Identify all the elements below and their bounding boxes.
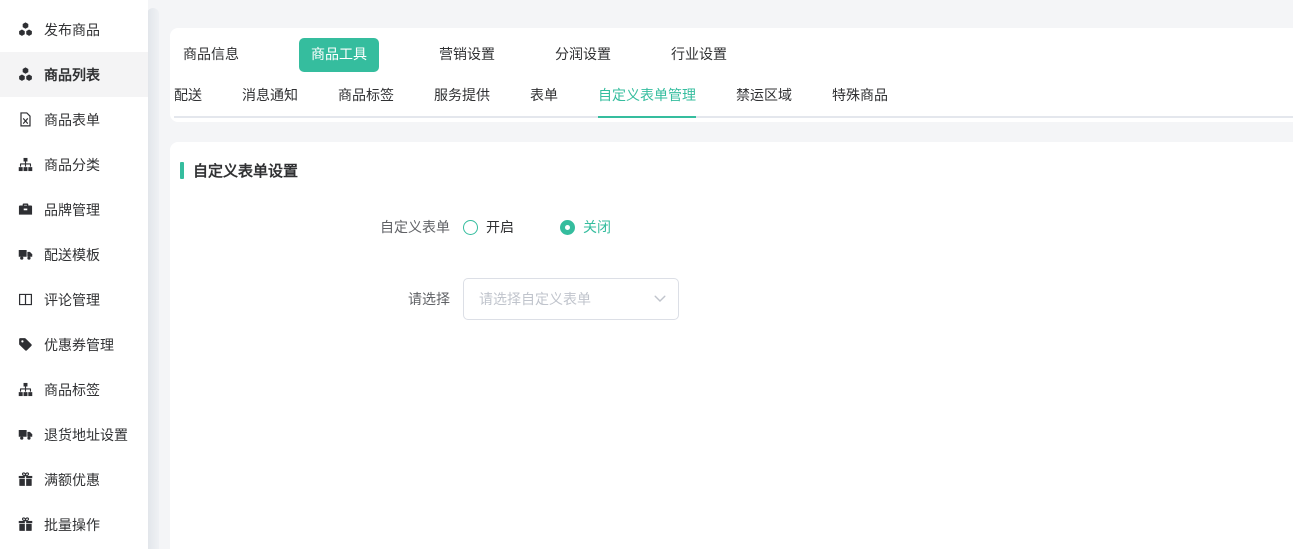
tab-marketing-settings[interactable]: 营销设置 [439,38,495,72]
subtab-message-notification[interactable]: 消息通知 [242,88,298,118]
main-content-card: 自定义表单设置 自定义表单 开启 关闭 请选择 请选择自定义表单 [170,142,1293,549]
sidebar-item-coupon-management[interactable]: 优惠券管理 [0,322,148,367]
gift-icon [18,517,33,532]
primary-tabs: 商品信息 商品工具 营销设置 分润设置 行业设置 [183,38,727,72]
tabs-card: 商品信息 商品工具 营销设置 分润设置 行业设置 配送 消息通知 商品标签 服务提供 表单 自定义… [170,28,1293,122]
custom-form-select[interactable]: 请选择自定义表单 [463,278,679,320]
content-scrollbar-track[interactable] [147,8,159,549]
cubes-icon [18,22,33,37]
secondary-tabs: 配送 消息通知 商品标签 服务提供 表单 自定义表单管理 禁运区域 特殊商品 [174,88,888,118]
tab-industry-settings[interactable]: 行业设置 [671,38,727,72]
subtab-special-goods[interactable]: 特殊商品 [832,88,888,118]
sidebar-item-product-tags[interactable]: 商品标签 [0,367,148,412]
cubes-icon [18,67,33,82]
radio-on-dot[interactable] [463,220,478,235]
sidebar-item-label: 满额优惠 [44,470,100,490]
sidebar-item-label: 评论管理 [44,290,100,310]
subtab-product-tag[interactable]: 商品标签 [338,88,394,118]
subtab-service-provide[interactable]: 服务提供 [434,88,490,118]
select-label: 请选择 [170,289,463,309]
custom-form-select-row: 请选择 请选择自定义表单 [170,278,1293,320]
subtab-embargo-area[interactable]: 禁运区域 [736,88,792,118]
custom-form-switch-row: 自定义表单 开启 关闭 [170,218,1293,236]
gift-icon [18,472,33,487]
radio-off-dot[interactable] [560,220,575,235]
sidebar-item-product-form[interactable]: 商品表单 [0,97,148,142]
tag-icon [18,337,33,352]
sidebar-item-label: 优惠券管理 [44,335,114,355]
sidebar-item-full-discount[interactable]: 满额优惠 [0,457,148,502]
sidebar-item-return-address-settings[interactable]: 退货地址设置 [0,412,148,457]
sidebar-item-delivery-template[interactable]: 配送模板 [0,232,148,277]
sitemap-icon [18,157,33,172]
custom-form-label: 自定义表单 [170,217,463,237]
subtab-delivery[interactable]: 配送 [174,88,202,118]
radio-off[interactable]: 关闭 [560,217,611,237]
radio-on-label: 开启 [486,217,514,237]
sidebar-item-product-list[interactable]: 商品列表 [0,52,148,97]
sidebar-item-publish-product[interactable]: 发布商品 [0,7,148,52]
section-header: 自定义表单设置 [180,160,1293,180]
chevron-down-icon [654,295,666,303]
sidebar-item-label: 商品分类 [44,155,100,175]
sidebar: 发布商品商品列表商品表单商品分类品牌管理配送模板评论管理优惠券管理商品标签退货地… [0,0,148,549]
sidebar-item-label: 品牌管理 [44,200,100,220]
sidebar-item-label: 商品表单 [44,110,100,130]
briefcase-icon [18,202,33,217]
radio-off-label: 关闭 [583,217,611,237]
section-accent-bar [180,162,184,179]
sidebar-item-label: 发布商品 [44,20,100,40]
sidebar-item-batch-operation[interactable]: 批量操作 [0,502,148,547]
section-title: 自定义表单设置 [193,160,298,181]
sitemap-icon [18,382,33,397]
subtab-form[interactable]: 表单 [530,88,558,118]
tab-profit-settings[interactable]: 分润设置 [555,38,611,72]
truck-icon [18,427,33,442]
truck-icon [18,247,33,262]
tab-product-tools[interactable]: 商品工具 [299,38,379,72]
sidebar-item-label: 商品标签 [44,380,100,400]
sidebar-item-product-category[interactable]: 商品分类 [0,142,148,187]
sidebar-item-label: 配送模板 [44,245,100,265]
radio-on[interactable]: 开启 [463,217,514,237]
sidebar-item-label: 批量操作 [44,515,100,535]
subtab-custom-form-management[interactable]: 自定义表单管理 [598,88,696,118]
sidebar-item-brand-management[interactable]: 品牌管理 [0,187,148,232]
file-x-icon [18,112,33,127]
select-placeholder-text: 请选择自定义表单 [479,289,654,309]
custom-form-radio-group: 开启 关闭 [463,217,611,237]
sidebar-item-label: 商品列表 [44,65,100,85]
tab-product-info[interactable]: 商品信息 [183,38,239,72]
sidebar-item-label: 退货地址设置 [44,425,128,445]
columns-icon [18,292,33,307]
sidebar-item-comment-management[interactable]: 评论管理 [0,277,148,322]
